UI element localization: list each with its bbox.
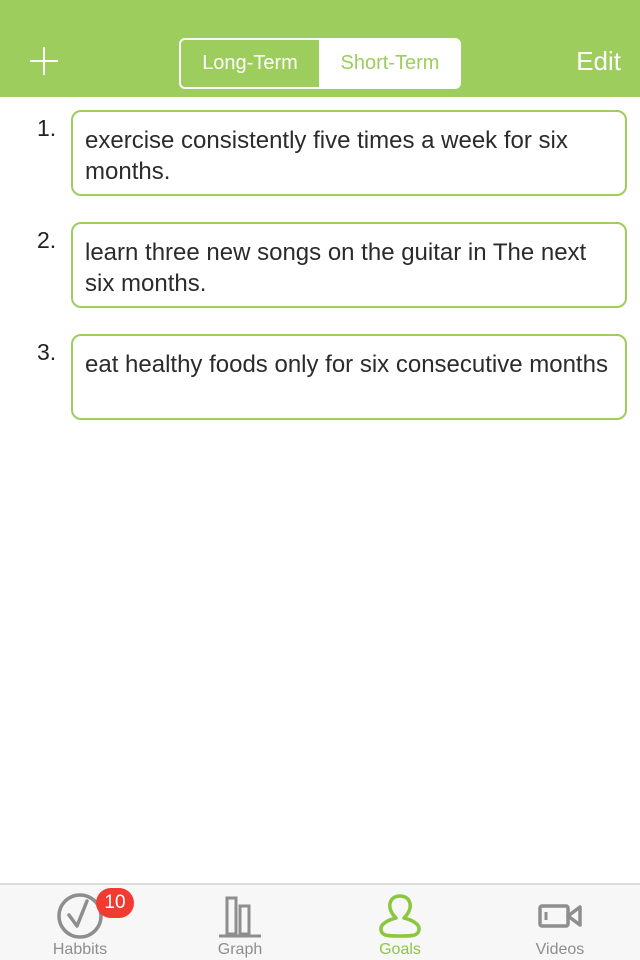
goal-text-field[interactable]: exercise consistently five times a week … xyxy=(71,110,627,196)
goal-item: 2. learn three new songs on the guitar i… xyxy=(0,222,640,334)
edit-button[interactable]: Edit xyxy=(576,46,621,77)
add-goal-button[interactable] xyxy=(28,45,60,77)
tab-label: Graph xyxy=(217,941,263,958)
tab-bar: 10 Habbits Graph Goals Videos xyxy=(0,883,640,960)
tab-goals[interactable]: Goals xyxy=(320,885,480,960)
segment-short-term[interactable]: Short-Term xyxy=(321,40,459,87)
term-segmented-control: Long-Term Short-Term xyxy=(179,38,461,89)
tab-graph[interactable]: Graph xyxy=(160,885,320,960)
goal-item: 3. eat healthy foods only for six consec… xyxy=(0,334,640,446)
video-camera-icon xyxy=(538,904,582,928)
navigation-bar: Long-Term Short-Term Edit xyxy=(0,0,640,97)
tab-label: Videos xyxy=(535,941,585,958)
tab-label: Habbits xyxy=(52,941,108,958)
segment-long-term[interactable]: Long-Term xyxy=(181,40,321,87)
person-icon xyxy=(379,894,421,938)
tab-habbits[interactable]: 10 Habbits xyxy=(0,885,160,960)
notification-badge: 10 xyxy=(96,888,134,918)
goal-item: 1. exercise consistently five times a we… xyxy=(0,110,640,222)
bar-graph-icon xyxy=(219,896,261,938)
goal-text-field[interactable]: learn three new songs on the guitar in T… xyxy=(71,222,627,308)
goal-number: 3. xyxy=(37,339,57,365)
goal-number: 1. xyxy=(37,115,57,141)
goal-number: 2. xyxy=(37,227,57,253)
goals-list: 1. exercise consistently five times a we… xyxy=(0,110,640,446)
tab-videos[interactable]: Videos xyxy=(480,885,640,960)
goal-text-field[interactable]: eat healthy foods only for six consecuti… xyxy=(71,334,627,420)
tab-label: Goals xyxy=(379,941,421,958)
